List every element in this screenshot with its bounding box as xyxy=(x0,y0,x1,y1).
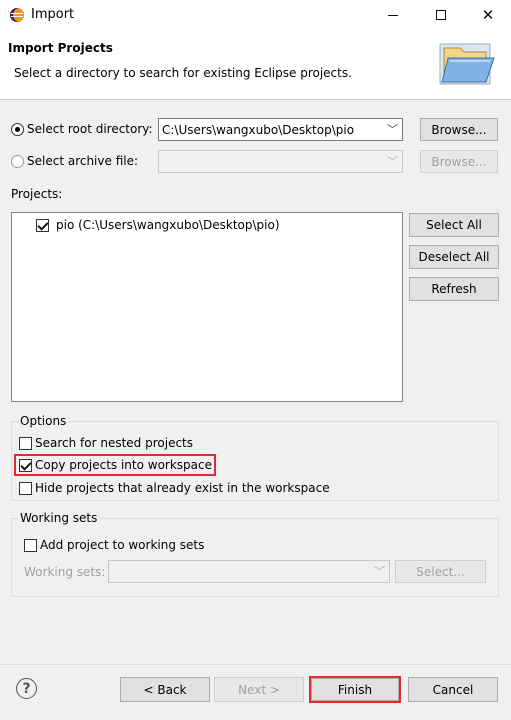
root-browse-button[interactable]: Browse... xyxy=(420,118,498,141)
next-button[interactable]: Next > xyxy=(214,677,304,702)
copy-into-workspace-checkbox[interactable] xyxy=(19,459,32,472)
close-icon: ✕ xyxy=(481,6,495,24)
window-title: Import xyxy=(31,7,75,22)
root-directory-value: C:\Users\wangxubo\Desktop\pio xyxy=(162,123,355,137)
search-nested-label: Search for nested projects xyxy=(35,436,194,450)
add-working-sets-label: Add project to working sets xyxy=(40,538,205,552)
refresh-button[interactable]: Refresh xyxy=(409,277,499,301)
maximize-button[interactable] xyxy=(418,0,464,30)
wizard-header: Import Projects Select a directory to se… xyxy=(0,30,511,100)
copy-into-workspace-label: Copy projects into workspace xyxy=(35,458,213,472)
hide-existing-label: Hide projects that already exist in the … xyxy=(35,481,330,495)
wizard-title: Import Projects xyxy=(8,41,113,55)
chevron-down-icon: ﹀ xyxy=(374,565,385,578)
eclipse-icon xyxy=(10,8,24,22)
projects-label: Projects: xyxy=(11,187,63,201)
title-bar: Import ✕ xyxy=(0,0,511,30)
wizard-description: Select a directory to search for existin… xyxy=(14,66,352,80)
close-button[interactable]: ✕ xyxy=(465,0,511,30)
folder-open-icon xyxy=(439,43,495,85)
project-label: pio (C:\Users\wangxubo\Desktop\pio) xyxy=(56,218,280,232)
back-button[interactable]: < Back xyxy=(120,677,210,702)
chevron-down-icon: ﹀ xyxy=(387,123,398,136)
add-working-sets-checkbox[interactable] xyxy=(24,539,37,552)
minimize-icon xyxy=(388,14,398,16)
search-nested-checkbox[interactable] xyxy=(19,437,32,450)
archive-file-label: Select archive file: xyxy=(27,154,139,168)
deselect-all-button[interactable]: Deselect All xyxy=(409,245,499,269)
archive-file-radio[interactable] xyxy=(11,155,24,168)
project-checkbox[interactable] xyxy=(36,219,49,232)
finish-button[interactable]: Finish xyxy=(311,678,399,701)
minimize-button[interactable] xyxy=(370,0,416,30)
select-all-button[interactable]: Select All xyxy=(409,213,499,237)
working-sets-title: Working sets xyxy=(18,511,100,525)
working-sets-combo[interactable]: ﹀ xyxy=(108,560,390,583)
archive-file-combo[interactable]: ﹀ xyxy=(158,150,403,173)
maximize-icon xyxy=(436,10,446,20)
working-sets-label: Working sets: xyxy=(24,565,106,579)
chevron-down-icon: ﹀ xyxy=(387,155,398,168)
archive-browse-button[interactable]: Browse... xyxy=(420,150,498,173)
select-working-sets-button[interactable]: Select... xyxy=(395,560,486,583)
footer-separator xyxy=(0,664,511,665)
working-sets-group xyxy=(11,518,499,597)
options-group-title: Options xyxy=(18,414,69,428)
help-icon[interactable]: ? xyxy=(16,678,37,699)
list-item[interactable]: pio (C:\Users\wangxubo\Desktop\pio) xyxy=(36,218,336,234)
root-directory-combo[interactable]: C:\Users\wangxubo\Desktop\pio ﹀ xyxy=(158,118,403,141)
projects-list[interactable]: pio (C:\Users\wangxubo\Desktop\pio) xyxy=(11,212,403,402)
hide-existing-checkbox[interactable] xyxy=(19,482,32,495)
root-directory-radio[interactable] xyxy=(11,123,24,136)
cancel-button[interactable]: Cancel xyxy=(408,677,498,702)
root-directory-label: Select root directory: xyxy=(27,122,153,136)
